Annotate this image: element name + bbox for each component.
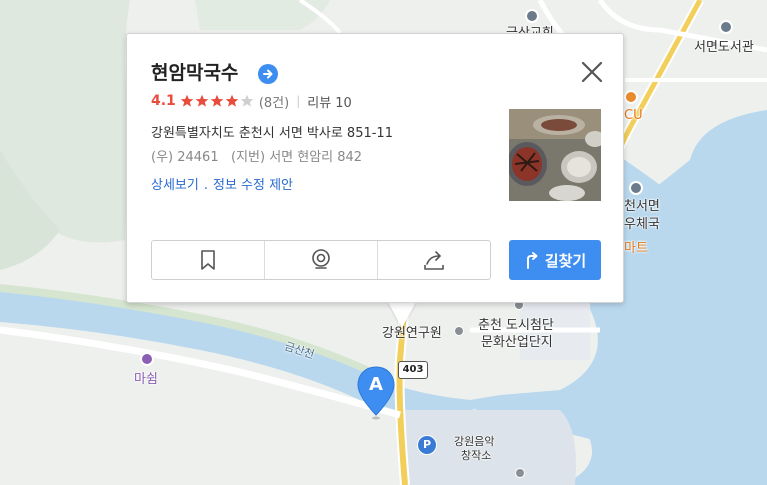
star-filled-icon: [180, 94, 194, 107]
action-bar: [151, 240, 491, 280]
cu-label[interactable]: CU: [624, 108, 643, 124]
culture-label-1[interactable]: 춘천 도시첨단: [478, 318, 554, 334]
rating-value: 4.1: [151, 93, 176, 109]
rating-count[interactable]: (8건): [259, 92, 289, 111]
route-403-sign: 403: [398, 361, 428, 379]
share-button[interactable]: [378, 241, 490, 279]
star-filled-icon: [210, 94, 224, 107]
post-office-label-1[interactable]: 천서면: [624, 199, 660, 215]
research-label[interactable]: 강원연구원: [382, 326, 442, 342]
star-empty-icon: [240, 94, 254, 107]
place-photo[interactable]: [509, 109, 601, 201]
popup-links: 상세보기. 정보 수정 제안: [151, 177, 293, 195]
mart-label[interactable]: 마트: [624, 241, 648, 257]
convenience-store-icon[interactable]: [624, 90, 638, 104]
close-icon[interactable]: [579, 59, 605, 85]
postal-code: (우) 24461: [151, 150, 219, 165]
rest-area-icon[interactable]: [140, 352, 154, 366]
roadview-icon: [312, 249, 330, 269]
sub-address: (우) 24461 (지번) 서면 현암리 842: [151, 149, 362, 167]
star-filled-icon: [195, 94, 209, 107]
edit-suggestion-link[interactable]: 정보 수정 제안: [213, 178, 293, 193]
road-address: 강원특별자치도 춘천시 서면 박사로 851-11: [151, 126, 393, 141]
directions-button[interactable]: 길찾기: [509, 240, 601, 280]
review-count[interactable]: 리뷰 10: [307, 92, 352, 111]
marker-letter: A: [369, 374, 383, 395]
directions-label: 길찾기: [544, 251, 587, 270]
post-office-label-2[interactable]: 우체국: [624, 217, 660, 233]
link-separator: .: [203, 178, 208, 193]
jibun-address: (지번) 서면 현암리 842: [231, 150, 363, 165]
star-filled-icon: [225, 94, 239, 107]
library-icon[interactable]: [719, 20, 733, 34]
culture-label-2[interactable]: 문화산업단지: [481, 335, 553, 351]
popup-tail: [388, 302, 416, 328]
masim-label[interactable]: 마쉼: [134, 372, 158, 388]
church-icon[interactable]: [525, 9, 539, 23]
arrow-right-icon[interactable]: [258, 64, 278, 84]
share-icon: [424, 251, 444, 270]
detail-link[interactable]: 상세보기: [151, 178, 199, 193]
location-marker-a[interactable]: A: [356, 365, 396, 421]
bookmark-button[interactable]: [152, 241, 265, 279]
rating-stars: [180, 94, 255, 108]
post-office-icon[interactable]: [629, 181, 643, 195]
separator: |: [296, 94, 301, 108]
place-title[interactable]: 현암막국수: [151, 61, 238, 85]
library-label[interactable]: 서면도서관: [694, 40, 754, 56]
roadview-button[interactable]: [265, 241, 378, 279]
directions-icon: [526, 252, 538, 269]
building-icon: [515, 468, 525, 478]
music-label-2[interactable]: 창작소: [461, 448, 491, 464]
building-icon: [454, 326, 464, 336]
parking-icon[interactable]: P: [417, 435, 437, 455]
bookmark-icon: [201, 250, 215, 270]
place-info-popup: 현암막국수 4.1 (8건) | 리뷰 10 강원특별자치도 춘천시 서면 박사…: [126, 33, 624, 303]
rating-row: 4.1 (8건) | 리뷰 10: [151, 92, 352, 111]
